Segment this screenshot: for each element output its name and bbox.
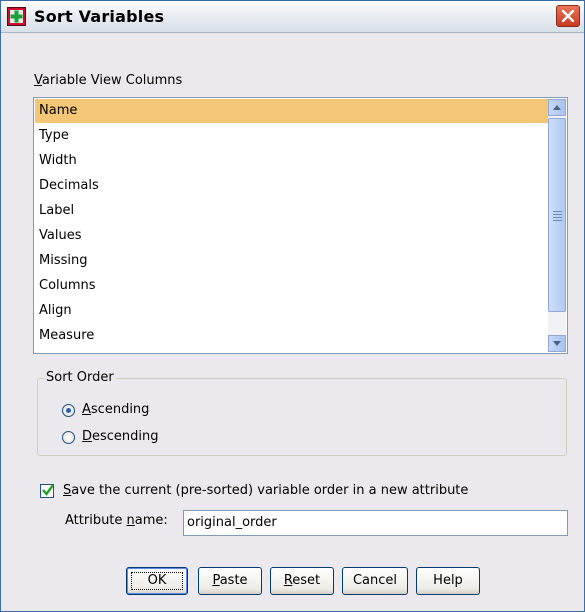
focus-rect (131, 572, 183, 590)
list-item-values[interactable]: Values (35, 224, 550, 248)
scroll-thumb[interactable] (548, 118, 566, 312)
title-bar[interactable]: Sort Variables (1, 1, 584, 33)
sort-order-label: Sort Order (44, 370, 116, 385)
attribute-name-input[interactable]: original_order (183, 510, 568, 536)
paste-mnemonic: P (212, 573, 220, 588)
close-button[interactable] (556, 5, 580, 27)
dialog-title: Sort Variables (34, 7, 165, 26)
ascending-label[interactable]: Ascending (82, 402, 149, 417)
descending-label-rest: escending (92, 429, 159, 444)
ascending-mnemonic: A (82, 402, 91, 417)
close-icon (561, 9, 575, 23)
help-button[interactable]: Help (416, 567, 480, 595)
list-item-columns[interactable]: Columns (35, 274, 550, 298)
descending-label[interactable]: Descending (82, 429, 159, 444)
reset-mnemonic: R (283, 573, 293, 588)
arrow-up-icon (553, 105, 561, 110)
thumb-grip-line (553, 220, 562, 221)
list-item-type[interactable]: Type (35, 124, 550, 148)
ascending-radio[interactable] (62, 404, 75, 417)
list-item-align[interactable]: Align (35, 299, 550, 323)
sort-variables-dialog: Sort Variables Variable View Columns Nam… (0, 0, 585, 612)
descending-radio[interactable] (62, 431, 75, 444)
columns-label-mnemonic: V (34, 73, 42, 88)
sort-order-group (37, 378, 567, 456)
arrow-down-icon (553, 341, 561, 346)
list-item-missing[interactable]: Missing (35, 249, 550, 273)
attribute-name-label: Attribute name: (65, 513, 168, 528)
reset-button[interactable]: Reset (270, 567, 334, 595)
reset-button-rest: eset (292, 573, 321, 588)
list-item-name[interactable]: Name (35, 99, 550, 123)
scroll-down-button[interactable] (548, 335, 566, 352)
paste-button[interactable]: Paste (198, 567, 262, 595)
spss-app-icon (7, 7, 26, 26)
columns-label: Variable View Columns (34, 73, 182, 88)
radio-selected-dot (66, 408, 71, 413)
list-item-decimals[interactable]: Decimals (35, 174, 550, 198)
scroll-up-button[interactable] (548, 99, 566, 116)
list-item-measure[interactable]: Measure (35, 324, 550, 348)
attribute-label-mnemonic: n (126, 513, 135, 528)
vertical-scrollbar[interactable] (548, 99, 566, 352)
descending-mnemonic: D (82, 429, 93, 444)
attribute-label-start: Attribute (65, 513, 127, 528)
ascending-label-rest: scending (90, 402, 150, 417)
checkmark-icon (42, 484, 54, 496)
list-item-label[interactable]: Label (35, 199, 550, 223)
ok-button[interactable]: OK (126, 567, 188, 595)
paste-button-rest: aste (219, 573, 248, 588)
list-item-width[interactable]: Width (35, 149, 550, 173)
save-order-checkbox[interactable] (40, 484, 54, 498)
cancel-button[interactable]: Cancel (342, 567, 408, 595)
thumb-grip-line (553, 214, 562, 215)
save-order-label[interactable]: Save the current (pre-sorted) variable o… (63, 483, 468, 498)
columns-label-rest: ariable View Columns (41, 73, 183, 88)
columns-listbox[interactable]: Name Type Width Decimals Label Values Mi… (33, 97, 568, 354)
save-order-label-rest: ave the current (pre-sorted) variable or… (71, 483, 469, 498)
thumb-grip-line (553, 217, 562, 218)
thumb-grip-line (553, 211, 562, 212)
attribute-label-rest: ame: (134, 513, 168, 528)
